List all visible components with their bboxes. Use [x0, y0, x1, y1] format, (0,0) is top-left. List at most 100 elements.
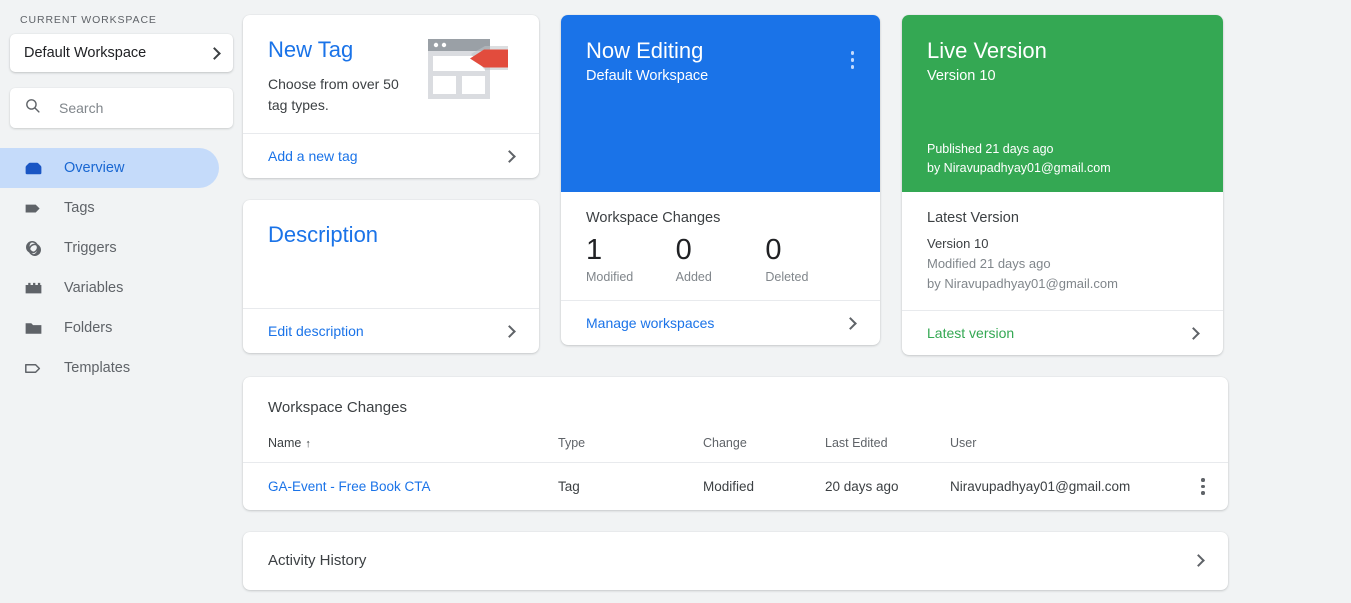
chevron-right-icon	[844, 316, 857, 330]
new-tag-subtitle: Choose from over 50 tag types.	[268, 76, 399, 113]
sidebar-item-folders[interactable]: Folders	[0, 308, 219, 348]
search-box[interactable]	[10, 88, 233, 128]
cell-change: Modified	[703, 462, 825, 510]
activity-history-title: Activity History	[268, 552, 367, 569]
workspace-name: Default Workspace	[24, 45, 147, 61]
gtm-overview-page: CURRENT WORKSPACE Default Workspace Over…	[0, 0, 1351, 603]
left-card-column: New Tag Choose from over 50 tag types. A…	[243, 15, 539, 353]
latest-version-by: by Niravupadhyay01@gmail.com	[927, 276, 1118, 291]
row-more-options-icon[interactable]	[1178, 478, 1228, 495]
table-title: Workspace Changes	[268, 399, 407, 416]
published-by: by Niravupadhyay01@gmail.com	[927, 161, 1111, 175]
table-body: GA-Event - Free Book CTA Tag Modified 20…	[243, 462, 1228, 510]
manage-workspaces-label: Manage workspaces	[586, 315, 715, 331]
new-tag-illustration	[426, 37, 514, 133]
live-version-meta: Published 21 days ago by Niravupadhyay01…	[927, 140, 1198, 192]
main-content: New Tag Choose from over 50 tag types. A…	[243, 0, 1351, 603]
latest-version-title: Latest Version	[927, 210, 1019, 226]
table-head: Name ↑ Type Change Last Edited User	[243, 426, 1228, 463]
edit-description-label: Edit description	[268, 323, 364, 339]
trigger-icon	[22, 237, 44, 259]
latest-version-modified: Modified 21 days ago	[927, 256, 1051, 271]
workspace-changes-stats: 1 Modified 0 Added 0 Deleted	[586, 232, 855, 284]
stat-value: 0	[675, 234, 692, 266]
now-editing-title: Now Editing	[586, 38, 704, 63]
stat-label: Modified	[586, 270, 634, 284]
latest-version-number: Version 10	[927, 236, 989, 251]
new-tag-card: New Tag Choose from over 50 tag types. A…	[243, 15, 539, 178]
variable-icon	[22, 277, 44, 299]
sidebar-item-label: Variables	[64, 280, 124, 296]
latest-version-label: Latest version	[927, 325, 1015, 341]
sidebar-item-overview[interactable]: Overview	[0, 148, 219, 188]
latest-version-link[interactable]: Latest version	[902, 310, 1223, 355]
now-editing-workspace: Default Workspace	[586, 68, 709, 84]
published-date: Published 21 days ago	[927, 142, 1054, 156]
chevron-right-icon	[1192, 554, 1205, 567]
table-row[interactable]: GA-Event - Free Book CTA Tag Modified 20…	[243, 462, 1228, 510]
new-tag-title: New Tag	[268, 37, 354, 62]
cell-user: Niravupadhyay01@gmail.com	[950, 462, 1178, 510]
sidebar-item-label: Triggers	[64, 240, 117, 256]
chevron-right-icon	[208, 46, 221, 60]
sidebar-item-templates[interactable]: Templates	[0, 348, 219, 388]
manage-workspaces-link[interactable]: Manage workspaces	[561, 300, 880, 345]
overview-icon	[22, 157, 44, 179]
add-new-tag-link[interactable]: Add a new tag	[243, 133, 539, 178]
live-version-card: Live Version Version 10 Published 21 day…	[902, 15, 1223, 355]
workspace-changes-table: Name ↑ Type Change Last Edited User GA-Ev…	[243, 426, 1228, 510]
stat-value: 0	[765, 234, 782, 266]
stat-label: Added	[675, 270, 712, 284]
change-name-link[interactable]: GA-Event - Free Book CTA	[268, 479, 431, 494]
description-body: Description	[243, 200, 539, 308]
live-version-title: Live Version	[927, 38, 1047, 63]
latest-version-body: Latest Version Version 10 Modified 21 da…	[902, 192, 1223, 310]
column-header-name[interactable]: Name ↑	[243, 426, 558, 463]
column-header-change[interactable]: Change	[703, 426, 825, 463]
description-card: Description Edit description	[243, 200, 539, 353]
tag-icon	[22, 197, 44, 219]
column-header-last-edited[interactable]: Last Edited	[825, 426, 950, 463]
sidebar-item-variables[interactable]: Variables	[0, 268, 219, 308]
stat-deleted: 0 Deleted	[765, 232, 855, 284]
sort-ascending-icon: ↑	[305, 438, 311, 450]
add-new-tag-label: Add a new tag	[268, 148, 358, 164]
column-header-actions	[1178, 426, 1228, 463]
workspace-changes-title: Workspace Changes	[586, 210, 721, 226]
edit-description-link[interactable]: Edit description	[243, 308, 539, 353]
new-tag-text: New Tag Choose from over 50 tag types.	[268, 37, 426, 133]
table-header-row: Name ↑ Type Change Last Edited User	[243, 426, 1228, 463]
now-editing-card: Now Editing Default Workspace Workspace …	[561, 15, 880, 345]
chevron-right-icon	[503, 149, 516, 163]
column-label: Name	[268, 436, 302, 450]
sidebar: CURRENT WORKSPACE Default Workspace Over…	[0, 0, 243, 603]
workspace-changes-summary: Workspace Changes 1 Modified 0 Added 0 D	[561, 192, 880, 300]
current-workspace-label: CURRENT WORKSPACE	[20, 14, 157, 26]
stat-label: Deleted	[765, 270, 809, 284]
sidebar-item-triggers[interactable]: Triggers	[0, 228, 219, 268]
search-input[interactable]	[59, 100, 219, 116]
workspace-changes-table-card: Workspace Changes Name ↑ Type Change Last…	[243, 377, 1228, 510]
column-header-type[interactable]: Type	[558, 426, 703, 463]
live-version-number: Version 10	[927, 68, 996, 84]
description-title: Description	[268, 222, 379, 247]
workspace-selector[interactable]: Default Workspace	[10, 34, 233, 72]
sidebar-item-label: Templates	[64, 360, 131, 376]
chevron-right-icon	[1187, 326, 1200, 340]
now-editing-hero: Now Editing Default Workspace	[561, 15, 880, 192]
sidebar-item-label: Tags	[64, 200, 95, 216]
more-options-icon[interactable]	[850, 51, 854, 69]
activity-history-row[interactable]: Activity History	[243, 531, 1228, 590]
template-icon	[22, 357, 44, 379]
chevron-right-icon	[503, 324, 516, 338]
live-version-hero: Live Version Version 10 Published 21 day…	[902, 15, 1223, 192]
cell-last-edited: 20 days ago	[825, 462, 950, 510]
sidebar-item-tags[interactable]: Tags	[0, 188, 219, 228]
cell-type: Tag	[558, 462, 703, 510]
search-icon	[24, 97, 41, 119]
cell-actions	[1178, 462, 1228, 510]
column-header-user[interactable]: User	[950, 426, 1178, 463]
stat-value: 1	[586, 234, 603, 266]
stat-added: 0 Added	[676, 232, 766, 284]
new-tag-body: New Tag Choose from over 50 tag types.	[243, 15, 539, 133]
